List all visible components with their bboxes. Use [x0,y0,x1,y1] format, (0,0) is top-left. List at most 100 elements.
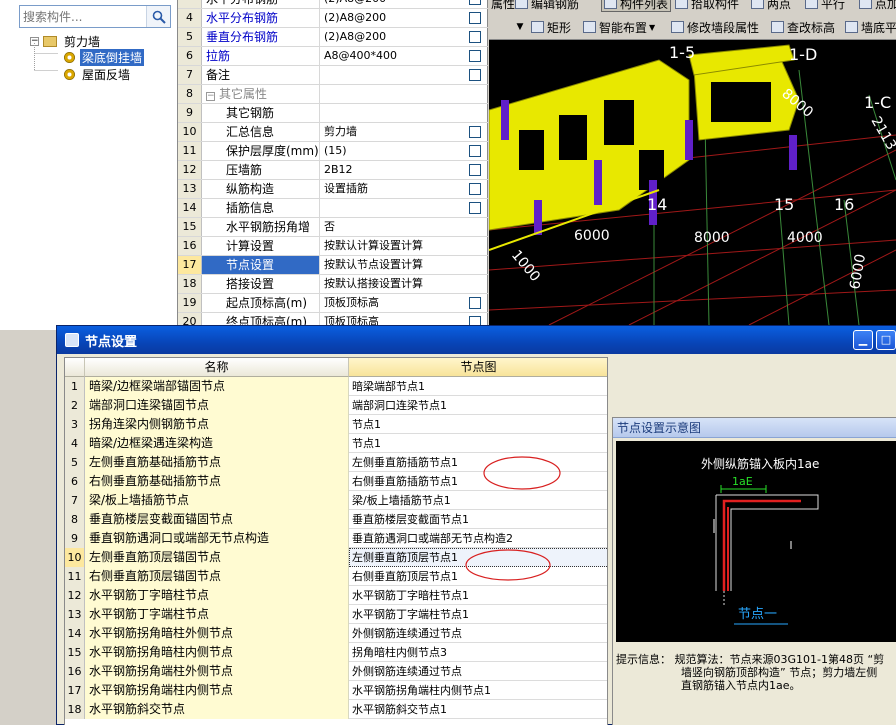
minimize-button[interactable]: ▁ [853,330,873,350]
property-row[interactable]: 13 纵筋构造 设置插筋 [178,180,488,199]
wall-bottom-flat-button[interactable]: 墙底平 [845,18,896,36]
point-add-button[interactable]: 点加 [859,0,896,12]
property-checkbox[interactable] [469,69,481,81]
property-value[interactable]: 剪力墙 [320,123,464,141]
property-row[interactable]: 15 水平钢筋拐角增否 [178,218,488,237]
node-diagram-value[interactable]: 端部洞口连梁节点1 [349,396,607,415]
tree-item-roof-wall[interactable]: 屋面反墙 [64,66,132,82]
property-value[interactable]: 设置插筋 [320,180,464,198]
grid-row[interactable]: 18 水平钢筋斜交节点 水平钢筋斜交节点1 [65,700,607,719]
property-value[interactable] [320,199,464,217]
property-value[interactable]: 按默认搭接设置计算 [320,275,464,293]
property-value[interactable]: (2)A8@200 [320,9,464,27]
property-name: 保护层厚度(mm) [202,142,320,160]
grid-row[interactable]: 15 水平钢筋拐角暗柱内侧节点 拐角暗柱内侧节点3 [65,643,607,662]
property-row[interactable]: 16 计算设置 按默认计算设置计算 [178,237,488,256]
property-row-partial[interactable]: 水平分布钢筋 (2)A8@200 [178,0,488,9]
property-checkbox[interactable] [469,50,481,62]
property-row[interactable]: 17 节点设置 按默认节点设置计算 [178,256,488,275]
smart-layout-button[interactable]: 智能布置 ▼ [583,18,655,36]
property-row[interactable]: 11 保护层厚度(mm) (15) [178,142,488,161]
grid-row[interactable]: 1 暗梁/边框梁端部锚固节点 暗梁端部节点1 [65,377,607,396]
search-button[interactable] [146,6,170,27]
two-points-button[interactable]: 两点 [751,0,791,12]
property-checkbox[interactable] [469,183,481,195]
grid-row[interactable]: 12 水平钢筋丁字暗柱节点 水平钢筋丁字暗柱节点1 [65,586,607,605]
check-elevation-button[interactable]: 查改标高 [771,18,835,36]
property-row[interactable]: 14 插筋信息 [178,199,488,218]
property-checkbox[interactable] [469,297,481,309]
property-row[interactable]: 18 搭接设置 按默认搭接设置计算 [178,275,488,294]
component-list-button[interactable]: 构件列表 [601,0,672,12]
node-diagram-value[interactable]: 水平钢筋斜交节点1 [349,700,607,719]
property-row[interactable]: 10 汇总信息 剪力墙 [178,123,488,142]
grid-row[interactable]: 8 垂直筋楼层变截面锚固节点 垂直筋楼层变截面节点1 [65,510,607,529]
property-value[interactable]: (2)A8@200 [320,0,464,8]
search-input[interactable] [23,8,143,25]
tree-item-beam-hanging-wall[interactable]: 梁底倒挂墙 [64,48,145,66]
property-row[interactable]: 19 起点顶标高(m) 顶板顶标高 [178,294,488,313]
collapse-toggle[interactable]: − [206,92,215,101]
property-row[interactable]: 12 压墙筋 2B12 [178,161,488,180]
property-row[interactable]: 7 备注 [178,66,488,85]
property-checkbox[interactable] [469,202,481,214]
node-diagram-value[interactable]: 外侧钢筋连续通过节点 [349,624,607,643]
axis-label: 14 [647,195,667,214]
property-checkbox[interactable] [469,0,481,5]
property-value[interactable] [320,104,464,122]
property-checkbox[interactable] [469,145,481,157]
edit-rebar-button[interactable]: 编辑钢筋 [515,0,579,12]
property-name: − 其它属性 [202,85,320,103]
hint-info: 提示信息： 规范算法：节点来源03G101-1第48页 “剪 墙竖向钢筋顶部构造… [616,653,896,692]
property-value[interactable]: A8@400*400 [320,47,464,65]
property-checkbox[interactable] [469,31,481,43]
property-value[interactable] [320,66,464,84]
node-diagram-value[interactable]: 水平钢筋丁字端柱节点1 [349,605,607,624]
pick-component-button[interactable]: 拾取构件 [675,0,739,12]
search-box[interactable] [19,5,171,28]
property-row[interactable]: 5 垂直分布钢筋 (2)A8@200 [178,28,488,47]
property-value[interactable]: 按默认节点设置计算 [320,256,464,274]
node-diagram-value[interactable]: 外侧钢筋连续通过节点 [349,662,607,681]
property-row[interactable]: 4 水平分布钢筋 (2)A8@200 [178,9,488,28]
node-diagram-value[interactable]: 拐角暗柱内侧节点3 [349,643,607,662]
property-checkbox[interactable] [469,164,481,176]
parallel-button[interactable]: 平行 [805,0,845,12]
property-value[interactable]: (15) [320,142,464,160]
hint-line: 直钢筋锚入节点内1ae。 [681,679,801,692]
property-checkbox[interactable] [469,12,481,24]
list-icon [604,0,617,9]
attributes-button[interactable]: 属性 [491,0,515,12]
grid-row[interactable]: 2 端部洞口连梁锚固节点 端部洞口连梁节点1 [65,396,607,415]
grid-row[interactable]: 16 水平钢筋拐角端柱外侧节点 外侧钢筋连续通过节点 [65,662,607,681]
property-value[interactable]: 2B12 [320,161,464,179]
column-header-name[interactable]: 名称 [85,358,349,377]
chevron-down-icon: ▼ [516,22,524,32]
modify-wall-segment-button[interactable]: 修改墙段属性 [671,18,759,36]
property-value[interactable]: (2)A8@200 [320,28,464,46]
maximize-button[interactable]: □ [876,330,896,350]
dialog-titlebar[interactable]: 节点设置 [57,326,896,354]
property-value[interactable]: 按默认计算设置计算 [320,237,464,255]
rectangle-button[interactable]: 矩形 [531,18,571,36]
column-header-node[interactable]: 节点图 [349,358,607,377]
grid-row[interactable]: 14 水平钢筋拐角暗柱外侧节点 外侧钢筋连续通过节点 [65,624,607,643]
property-value[interactable]: 否 [320,218,464,236]
node-setting-name: 水平钢筋斜交节点 [85,700,349,719]
node-diagram-value[interactable]: 水平钢筋丁字暗柱节点1 [349,586,607,605]
grid-row[interactable]: 17 水平钢筋拐角端柱内侧节点 水平钢筋拐角端柱内侧节点1 [65,681,607,700]
grid-row[interactable]: 13 水平钢筋丁字端柱节点 水平钢筋丁字端柱节点1 [65,605,607,624]
node-diagram-value[interactable]: 节点1 [349,415,607,434]
property-row[interactable]: 9 其它钢筋 [178,104,488,123]
node-diagram-value[interactable]: 暗梁端部节点1 [349,377,607,396]
node-diagram-value[interactable]: 水平钢筋拐角端柱内侧节点1 [349,681,607,700]
property-checkbox[interactable] [469,126,481,138]
property-value[interactable]: 顶板顶标高 [320,294,464,312]
dropdown-arrow[interactable]: ▼ [513,18,527,36]
node-diagram-value[interactable]: 垂直筋楼层变截面节点1 [349,510,607,529]
property-row[interactable]: 6 拉筋 A8@400*400 [178,47,488,66]
property-value[interactable] [320,85,464,103]
grid-row[interactable]: 3 拐角连梁内侧钢筋节点 节点1 [65,415,607,434]
property-row[interactable]: 8− 其它属性 [178,85,488,104]
3d-model-viewport[interactable]: 1-5 1-D 1-C 14 15 16 8000 2113 6000 8000… [489,40,896,325]
